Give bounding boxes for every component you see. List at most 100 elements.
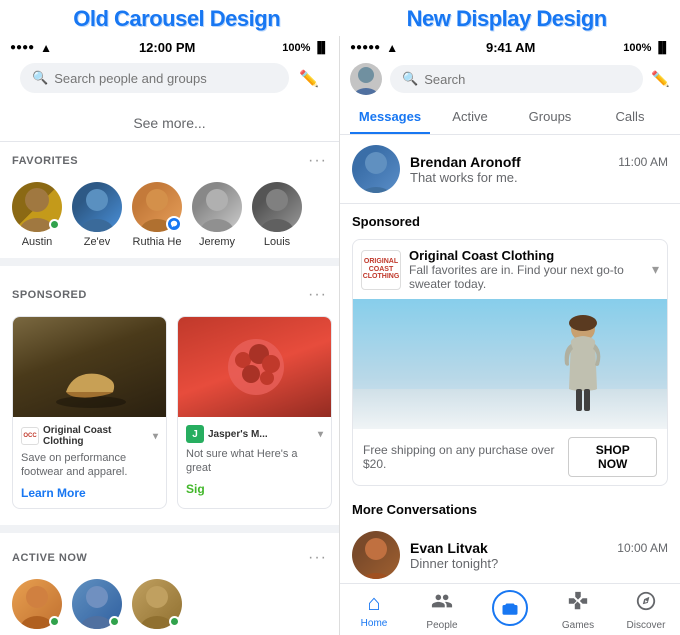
sign-up-button[interactable]: Sig [186,482,323,496]
active-now-section: ACTIVE NOW ··· [0,525,339,635]
sponsored-card-occ[interactable]: OCC Original Coast Clothing ▾ Save on pe… [12,316,167,509]
favorite-name-zeev: Ze'ev [84,236,111,248]
left-search-row: 🔍 ✏️ [0,59,339,105]
right-ad-desc: Fall favorites are in. Find your next go… [409,263,644,291]
occ-logo-sm: OCC [21,427,39,445]
favorites-more[interactable]: ··· [308,152,327,170]
right-panel: ●●●●● ▲ 9:41 AM 100% ▐▌ 🔍 ✏️ Messages [340,36,680,635]
active-now-more[interactable]: ··· [308,549,327,567]
nav-item-games[interactable]: Games [544,590,612,631]
sponsored-section: SPONSORED ··· [0,258,339,525]
msg-name-row-evan: Evan Litvak 10:00 AM [410,540,668,556]
card-brand-name-jasper: Jasper's M... [208,429,268,440]
sponsored-card-jasper[interactable]: J Jasper's M... ▾ Not sure what Here's a… [177,316,332,509]
favorite-item-zeev[interactable]: Ze'ev [72,182,122,248]
left-time: 12:00 PM [139,40,195,55]
favorites-header: FAVORITES ··· [0,142,339,176]
right-search-input[interactable] [424,72,631,87]
search-icon: 🔍 [32,70,48,86]
discover-label: Discover [627,620,666,631]
favorite-name-austin: Austin [22,236,53,248]
card-img-food [178,317,332,417]
tab-calls[interactable]: Calls [590,101,670,134]
active-avatar-3[interactable] [132,579,182,629]
left-header-title: Old Carousel Design [73,6,280,32]
active-now-title: ACTIVE NOW [12,552,87,564]
messenger-badge-ruthia [166,216,182,232]
tab-active[interactable]: Active [430,101,510,134]
active-avatar-2[interactable] [72,579,122,629]
active-avatar-1[interactable] [12,579,62,629]
avatar-zeev [72,182,122,232]
learn-more-button[interactable]: Learn More [21,486,158,500]
card-chevron-jasper: ▾ [318,429,323,440]
people-label: People [426,620,457,631]
nav-item-people[interactable]: People [408,590,476,631]
right-status-bar: ●●●●● ▲ 9:41 AM 100% ▐▌ [340,36,680,59]
sponsored-title: SPONSORED [12,289,87,301]
jasper-logo: J [186,425,204,443]
avatar-louis [252,182,302,232]
favorite-item-louis[interactable]: Louis [252,182,302,248]
home-icon: ⌂ [367,590,380,616]
left-search-bar[interactable]: 🔍 [20,63,289,93]
message-row-brendan[interactable]: Brendan Aronoff 11:00 AM That works for … [340,135,680,203]
right-ad-card-occ[interactable]: ORIGINALCOASTCLOTHING Original Coast Clo… [352,239,668,486]
header-bar: Old Carousel Design New Display Design [0,0,680,36]
left-battery: 100% ▐▌ [282,42,329,54]
msg-info-evan: Evan Litvak 10:00 AM Dinner tonight? [410,540,668,571]
right-ad-footer-text: Free shipping on any purchase over $20. [363,443,568,471]
sponsored-more[interactable]: ··· [308,286,327,304]
right-search-row: 🔍 ✏️ [340,59,680,101]
left-panel: ●●●● ▲ 12:00 PM 100% ▐▌ 🔍 ✏️ See more...… [0,36,340,635]
right-ad-header: ORIGINALCOASTCLOTHING Original Coast Clo… [353,240,667,299]
card-body-occ: OCC Original Coast Clothing ▾ Save on pe… [13,417,166,508]
favorites-title: FAVORITES [12,155,78,167]
right-search-bar[interactable]: 🔍 [390,65,643,93]
compose-icon[interactable]: ✏️ [299,69,319,89]
right-compose-icon[interactable]: ✏️ [651,70,670,88]
right-search-icon: 🔍 [402,71,418,87]
card-desc-occ: Save on performance footwear and apparel… [21,451,158,480]
card-chevron-occ: ▾ [153,431,158,442]
games-icon [567,590,589,618]
right-ad-brand-name: Original Coast Clothing [409,248,644,263]
favorite-name-ruthia: Ruthia He [133,236,182,248]
more-conversations-label: More Conversations [340,492,680,521]
right-time: 9:41 AM [486,40,535,55]
active-dot-3 [169,616,180,627]
active-dot-2 [109,616,120,627]
right-battery: 100% ▐▌ [623,42,670,54]
favorite-item-jeremy[interactable]: Jeremy [192,182,242,248]
card-brand-occ: OCC Original Coast Clothing ▾ [21,425,158,447]
signal-dots: ●●●● ▲ [10,41,52,55]
avatar-brendan [352,145,400,193]
user-avatar-sm[interactable] [350,63,382,95]
games-label: Games [562,620,594,631]
camera-circle-button[interactable] [492,590,528,626]
nav-item-discover[interactable]: Discover [612,590,680,631]
bottom-nav: ⌂ Home People [340,583,680,635]
message-row-evan[interactable]: Evan Litvak 10:00 AM Dinner tonight? [340,521,680,583]
see-more-label[interactable]: See more... [0,105,339,142]
tab-groups[interactable]: Groups [510,101,590,134]
favorite-item-ruthia[interactable]: Ruthia He [132,182,182,248]
favorites-row: Austin Ze'ev [0,176,339,258]
right-header-title: New Display Design [407,6,607,32]
nav-item-home[interactable]: ⌂ Home [340,590,408,631]
left-search-input[interactable] [54,71,277,86]
left-status-bar: ●●●● ▲ 12:00 PM 100% ▐▌ [0,36,339,59]
right-content: Brendan Aronoff 11:00 AM That works for … [340,135,680,583]
avatar-jeremy [192,182,242,232]
shop-now-button[interactable]: SHOP NOW [568,437,657,477]
favorite-item-austin[interactable]: Austin [12,182,62,248]
right-ad-chevron[interactable]: ▾ [652,261,659,278]
favorite-name-louis: Louis [264,236,290,248]
card-desc-jasper: Not sure what Here's a great [186,447,323,476]
msg-time-evan: 10:00 AM [617,541,668,555]
msg-name-row-brendan: Brendan Aronoff 11:00 AM [410,154,668,170]
nav-item-camera[interactable] [476,590,544,631]
msg-name-brendan: Brendan Aronoff [410,154,521,170]
tab-messages[interactable]: Messages [350,101,430,134]
avatar-wrap-austin [12,182,62,232]
